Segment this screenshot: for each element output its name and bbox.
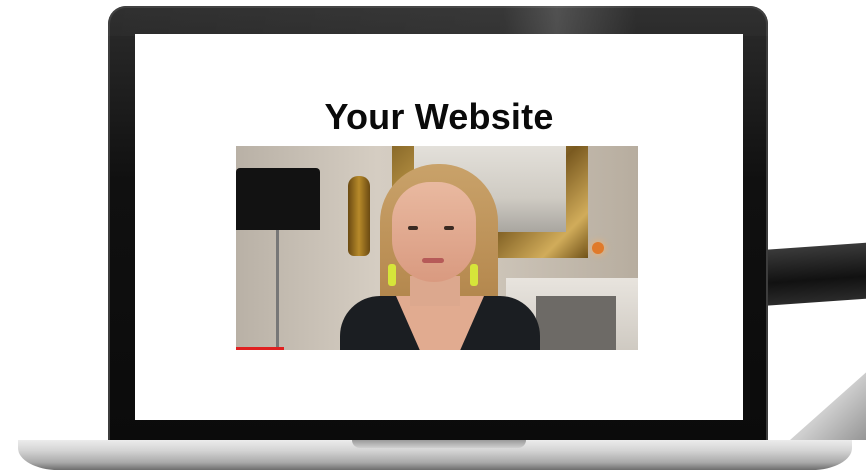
person-eye-left [408,226,418,230]
laptop-base-notch [352,440,526,448]
vase [348,176,370,256]
background-swoosh-light [790,360,866,440]
earring-left [388,264,396,286]
lamp-shade [236,168,320,230]
lamp-stem [276,230,279,350]
person-eye-right [444,226,454,230]
background-swoosh-dark [760,241,866,307]
person-face [392,182,476,282]
earring-right [470,264,478,286]
website-title: Your Website [324,96,554,137]
video-player[interactable] [236,146,638,350]
person-mouth [422,258,444,263]
candle [592,242,604,254]
video-progress-bar[interactable] [236,347,284,350]
laptop-lid-glare [108,6,768,36]
fireplace-opening [536,296,616,350]
